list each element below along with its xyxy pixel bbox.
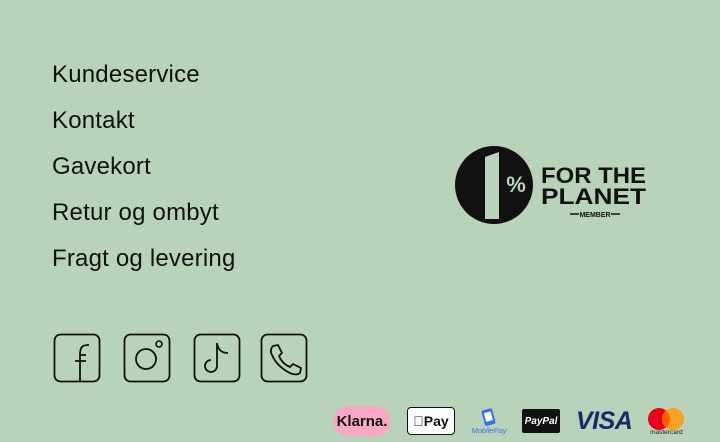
paypal-logo: PayPal <box>522 409 560 433</box>
phone-icon[interactable] <box>260 333 308 383</box>
mastercard-icon <box>648 407 685 430</box>
logo-percent: % <box>506 172 526 197</box>
logo-one-shape <box>485 152 499 219</box>
mobilepay-logo: MobilePay <box>470 404 508 438</box>
logo-planet: PLANET <box>541 184 647 209</box>
social-icons <box>53 333 330 383</box>
link-retur-og-ombyt[interactable]: Retur og ombyt <box>52 190 236 236</box>
link-kundeservice[interactable]: Kundeservice <box>52 52 236 98</box>
one-percent-for-the-planet-logo: % FOR THE PLANET MEMBER <box>455 146 647 224</box>
klarna-logo: Klarna. <box>333 406 391 436</box>
payment-methods: Klarna. Pay MobilePay PayPal VISA maste… <box>333 403 688 439</box>
mobilepay-icon <box>481 408 496 426</box>
footer-links: Kundeservice Kontakt Gavekort Retur og o… <box>52 52 236 282</box>
tiktok-icon[interactable] <box>193 333 241 383</box>
link-kontakt[interactable]: Kontakt <box>52 98 236 144</box>
link-fragt-og-levering[interactable]: Fragt og levering <box>52 236 236 282</box>
mastercard-logo: mastercard <box>644 406 688 436</box>
facebook-icon[interactable] <box>53 333 101 383</box>
apple-pay-logo: Pay <box>407 407 455 435</box>
instagram-icon[interactable] <box>123 333 171 383</box>
link-gavekort[interactable]: Gavekort <box>52 144 236 190</box>
visa-logo: VISA <box>576 406 633 435</box>
logo-member: MEMBER <box>579 212 610 219</box>
apple-icon:  <box>413 413 424 429</box>
